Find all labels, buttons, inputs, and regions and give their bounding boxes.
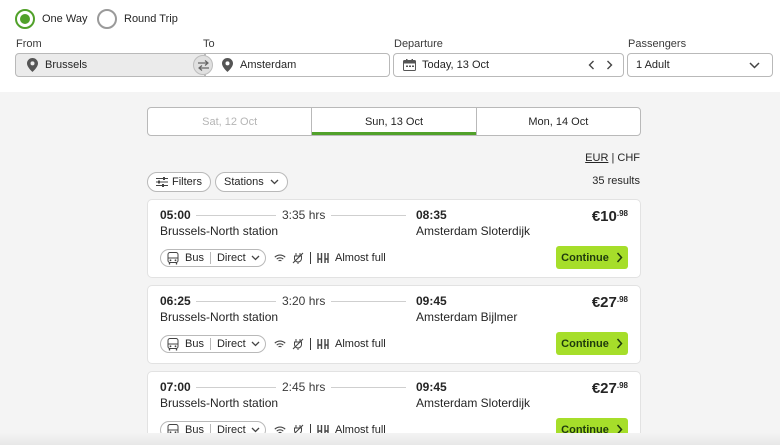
chevron-down-icon [749,61,760,69]
arrival-time: 09:45 [416,294,447,308]
to-label: To [203,38,215,50]
bus-icon [167,337,179,351]
bottom-shadow [0,433,780,445]
stations-label: Stations [224,176,264,188]
amenities-divider [310,338,311,350]
price-main: €10 [591,208,617,225]
mode-label: Bus [185,252,204,264]
wifi-icon [274,340,286,349]
date-tab-prev[interactable]: Sat, 12 Oct [148,108,313,135]
to-field[interactable]: Amsterdam [205,53,390,77]
arrival-time: 09:45 [416,380,447,394]
chevron-down-icon [251,255,260,261]
passengers-select[interactable]: 1 Adult [627,53,773,77]
route-label: Direct [216,338,246,350]
mode-label: Bus [185,338,204,350]
duration: 3:20 hrs [276,294,332,308]
to-value: Amsterdam [240,59,297,71]
continue-button[interactable]: Continue [556,246,628,269]
price-cents: .98 [616,381,628,390]
round-trip-label: Round Trip [124,13,178,25]
passengers-value: 1 Adult [636,59,670,71]
one-way-radio[interactable]: One Way [15,8,87,30]
date-tab-selected[interactable]: Sun, 13 Oct [312,108,477,135]
continue-button[interactable]: Continue [556,332,628,355]
search-panel: One Way Round Trip From To Departure Pas… [0,0,780,92]
chevron-down-icon [251,341,260,347]
one-way-label: One Way [42,13,88,25]
currency-eur[interactable]: EUR [585,152,608,164]
continue-label: Continue [561,251,609,264]
amenities: Almost full [274,250,386,266]
departure-time: 06:25 [160,294,191,308]
capacity-label: Almost full [335,252,386,264]
amenities: Almost full [274,336,386,352]
departure-station: Brussels-North station [160,224,279,238]
results-count: 35 results [592,175,640,187]
amenities-divider [310,252,311,264]
swap-button[interactable] [193,55,213,75]
currency-chf[interactable]: CHF [617,152,640,164]
mode-pill[interactable]: Bus Direct [160,249,266,267]
price: €27.98 [592,380,628,397]
connection-card: 06:25 3:20 hrs 09:45 Brussels-North stat… [147,285,641,364]
price-main: €27 [591,294,617,311]
seats-icon [317,252,329,264]
no-power-icon [292,252,304,264]
currency-separator: | [611,152,615,164]
departure-time: 07:00 [160,380,191,394]
radio-checked-icon [15,9,35,29]
from-label: From [16,38,42,50]
wifi-icon [274,254,286,263]
stations-button[interactable]: Stations [215,172,288,192]
radio-unchecked-icon [97,9,117,29]
location-pin-icon [220,58,234,72]
bus-icon [167,251,179,265]
location-pin-icon [25,58,39,72]
price-cents: .98 [616,295,628,304]
chevron-right-icon [616,252,623,263]
chevron-right-icon[interactable] [606,60,613,70]
swap-icon [197,59,210,71]
arrival-station: Amsterdam Sloterdijk [416,224,531,238]
duration: 3:35 hrs [276,208,332,222]
duration: 2:45 hrs [276,380,332,394]
arrival-station: Amsterdam Sloterdijk [416,396,531,410]
calendar-icon [403,59,416,71]
from-value: Brussels [45,59,88,71]
currency-switch: EUR | CHF [585,152,640,164]
price: €10.98 [592,208,628,225]
mode-divider [209,338,211,350]
passengers-label: Passengers [628,38,687,50]
filters-button[interactable]: Filters [147,172,211,192]
price-cents: .98 [616,209,628,218]
departure-label: Departure [394,38,443,50]
date-selector: Sat, 12 Oct Sun, 13 Oct Mon, 14 Oct [147,107,641,136]
departure-station: Brussels-North station [160,396,279,410]
price: €27.98 [592,294,628,311]
connection-card: 05:00 3:35 hrs 08:35 Brussels-North stat… [147,199,641,278]
filters-label: Filters [172,176,202,188]
from-field[interactable]: Brussels [15,53,205,77]
chevron-left-icon[interactable] [588,60,595,70]
departure-value: Today, 13 Oct [422,59,490,71]
route-label: Direct [216,252,246,264]
chevron-down-icon [270,179,279,185]
mode-divider [209,252,211,264]
date-tab-next[interactable]: Mon, 14 Oct [477,108,640,135]
no-power-icon [292,338,304,350]
departure-field[interactable]: Today, 13 Oct [393,53,624,77]
departure-station: Brussels-North station [160,310,279,324]
arrival-time: 08:35 [416,208,447,222]
filter-sliders-icon [156,177,168,187]
chevron-right-icon [616,338,623,349]
capacity-label: Almost full [335,338,386,350]
seats-icon [317,338,329,350]
arrival-station: Amsterdam Bijlmer [416,310,518,324]
continue-label: Continue [561,337,609,350]
departure-time: 05:00 [160,208,191,222]
price-main: €27 [591,380,617,397]
mode-pill[interactable]: Bus Direct [160,335,266,353]
round-trip-radio[interactable]: Round Trip [97,8,178,30]
